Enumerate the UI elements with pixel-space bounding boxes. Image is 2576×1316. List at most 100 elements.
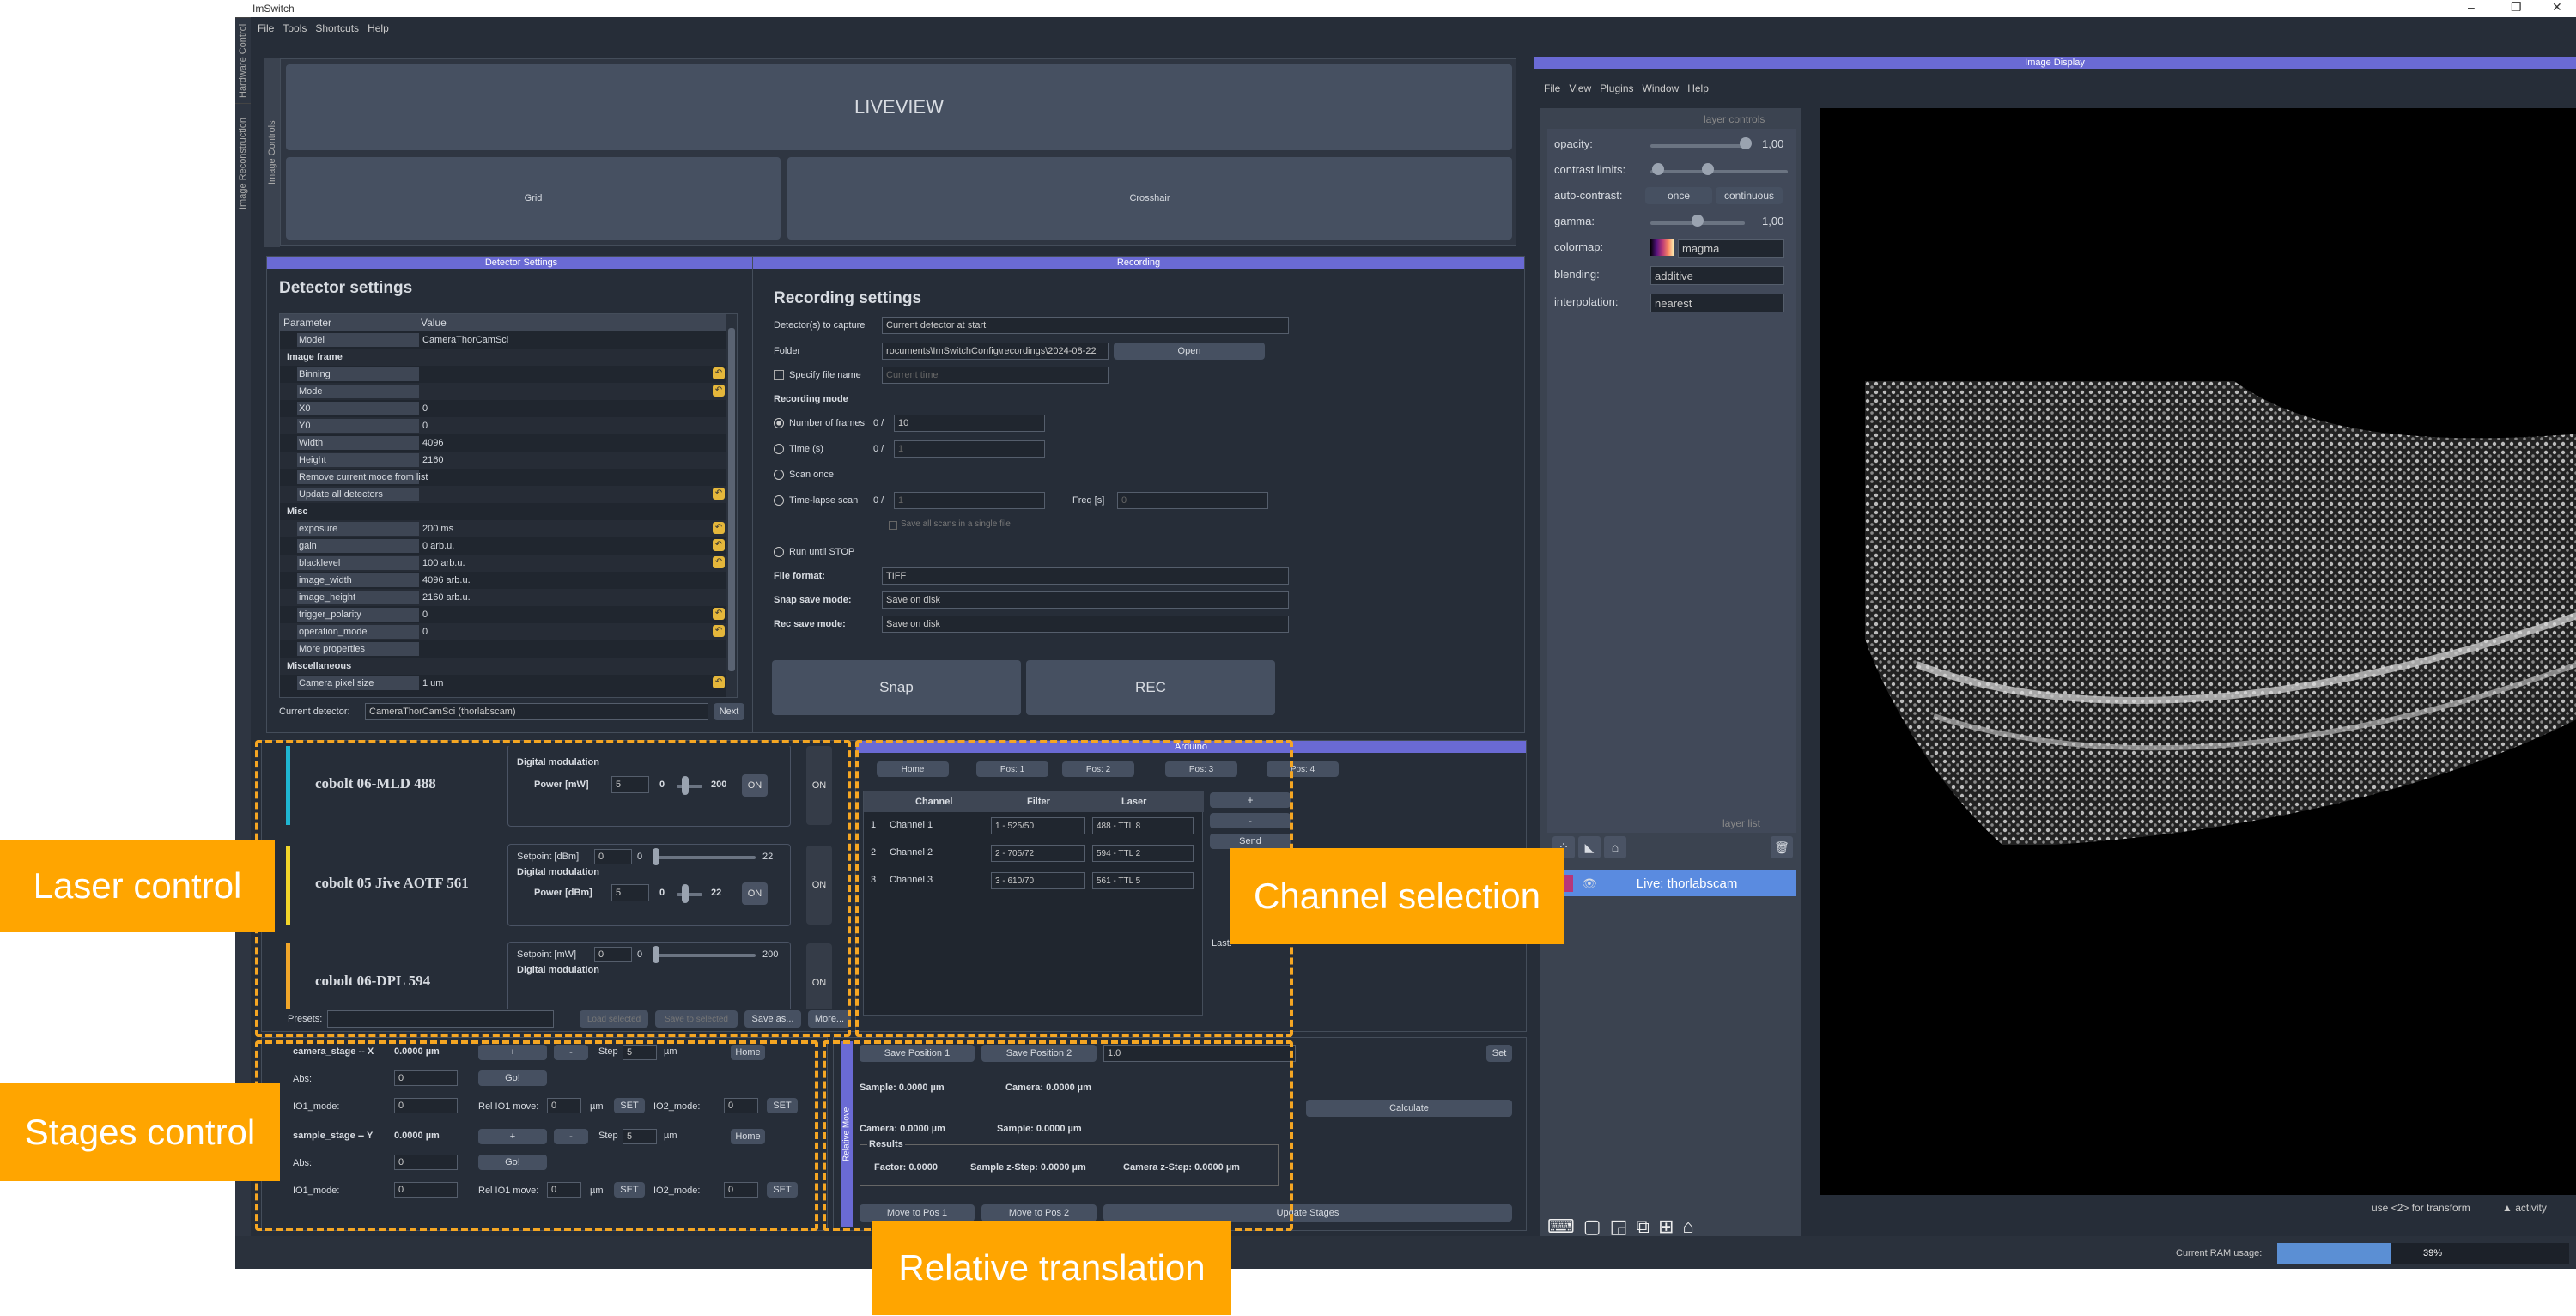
tree-row[interactable]: Update all detectors ↶ [280, 486, 726, 503]
grid-icon[interactable]: ⊞ [1658, 1216, 1674, 1238]
scan-once-radio[interactable] [774, 470, 784, 480]
tree-row[interactable]: image_height 2160 arb.u. [280, 589, 726, 606]
tree-row[interactable]: gain 0 arb.u. ↶ [280, 537, 726, 555]
reset-icon[interactable]: ↶ [713, 556, 725, 568]
opacity-slider[interactable] [1740, 137, 1752, 149]
next-detector-button[interactable]: Next [714, 703, 744, 720]
tab-image-controls[interactable]: Image Controls [264, 58, 280, 247]
napari-menu-help[interactable]: Help [1687, 82, 1709, 94]
contrast-track[interactable] [1650, 170, 1788, 173]
folder-input[interactable]: rocuments\ImSwitchConfig\recordings\2024… [882, 343, 1109, 360]
reset-icon[interactable]: ↶ [713, 676, 725, 688]
maximize-button[interactable]: ❐ [2511, 0, 2522, 15]
timelapse-radio[interactable] [774, 495, 784, 506]
menu-shortcuts[interactable]: Shortcuts [315, 22, 359, 34]
reset-icon[interactable]: ↶ [713, 367, 725, 379]
contrast-high-handle[interactable] [1702, 163, 1714, 175]
reset-icon[interactable]: ↶ [713, 608, 725, 620]
tree-row[interactable]: Miscellaneous [280, 658, 726, 675]
roll-dims-icon[interactable]: ◲ [1610, 1216, 1628, 1238]
grid-button[interactable]: Grid [286, 157, 781, 240]
napari-menu-window[interactable]: Window [1643, 82, 1680, 94]
frames-input[interactable]: 10 [894, 415, 1045, 432]
tree-row[interactable]: blacklevel 100 arb.u. ↶ [280, 555, 726, 572]
tree-row[interactable]: Model CameraThorCamSci [280, 331, 726, 349]
layer-list-title: layer list [1722, 817, 1761, 829]
contrast-low-handle[interactable] [1652, 163, 1664, 175]
reset-icon[interactable]: ↶ [713, 385, 725, 397]
reset-icon[interactable]: ↶ [713, 539, 725, 551]
tree-row[interactable]: Y0 0 [280, 417, 726, 434]
menu-help[interactable]: Help [368, 22, 389, 34]
current-detector-select[interactable]: CameraThorCamSci (thorlabscam) [365, 703, 708, 720]
set-relative-button[interactable]: Set [1486, 1045, 1512, 1062]
tree-row[interactable]: Binning ↶ [280, 366, 726, 383]
close-button[interactable]: ✕ [2552, 0, 2562, 15]
tree-row[interactable]: operation_mode 0 ↶ [280, 623, 726, 640]
minimize-button[interactable]: – [2468, 0, 2475, 14]
ndisplay-icon[interactable]: ▢ [1583, 1216, 1601, 1238]
napari-menu-file[interactable]: File [1544, 82, 1560, 94]
menu-tools[interactable]: Tools [283, 22, 307, 34]
shapes-layer-icon[interactable]: ◣ [1578, 836, 1601, 858]
once-button[interactable]: once [1645, 187, 1712, 204]
rec-save-mode-select[interactable]: Save on disk [882, 616, 1289, 633]
tree-row[interactable]: Height 2160 [280, 452, 726, 469]
menu-file[interactable]: File [258, 22, 274, 34]
continuous-button[interactable]: continuous [1716, 187, 1783, 204]
blending-select[interactable]: additive [1650, 266, 1784, 285]
napari-menu-plugins[interactable]: Plugins [1600, 82, 1633, 94]
param-name: trigger_polarity [299, 609, 361, 620]
tab-image-reconstruction[interactable]: Image Reconstruction [235, 103, 251, 223]
tree-row[interactable]: Mode ↶ [280, 383, 726, 400]
liveview-button[interactable]: LIVEVIEW [286, 64, 1512, 150]
open-folder-button[interactable]: Open [1114, 343, 1265, 360]
capture-select[interactable]: Current detector at start [882, 317, 1289, 334]
freq-input[interactable]: 0 [1117, 492, 1268, 509]
tree-row[interactable]: Image frame [280, 349, 726, 366]
tree-row[interactable]: Width 4096 [280, 434, 726, 452]
layer-row-live[interactable]: 👁 Live: thorlabscam [1547, 870, 1796, 896]
tree-scrollbar[interactable] [726, 314, 737, 697]
run-until-radio[interactable] [774, 547, 784, 557]
save-all-checkbox[interactable] [889, 521, 897, 530]
tree-row[interactable]: image_width 4096 arb.u. [280, 572, 726, 589]
labels-layer-icon[interactable]: ⌂ [1604, 836, 1626, 858]
tree-row[interactable]: exposure 200 ms ↶ [280, 520, 726, 537]
console-icon[interactable]: ⌨ [1547, 1216, 1575, 1238]
tree-row[interactable]: More properties [280, 640, 726, 658]
reset-icon[interactable]: ↶ [713, 625, 725, 637]
home-icon[interactable]: ⌂ [1683, 1216, 1694, 1238]
detector-parameter-tree[interactable]: Parameter Value Model CameraThorCamSci Ima… [279, 313, 738, 698]
colormap-select[interactable]: magma [1678, 239, 1784, 258]
time-radio[interactable] [774, 444, 784, 454]
interpolation-select[interactable]: nearest [1650, 294, 1784, 312]
tree-row[interactable]: Camera pixel size 1 um ↶ [280, 675, 726, 692]
transpose-icon[interactable]: ⧉ [1636, 1216, 1649, 1238]
visibility-eye-icon[interactable]: 👁 [1582, 876, 1597, 891]
snap-save-mode-select[interactable]: Save on disk [882, 591, 1289, 609]
reset-icon[interactable]: ↶ [713, 488, 725, 500]
tree-row[interactable]: X0 0 [280, 400, 726, 417]
timelapse-input[interactable]: 1 [894, 492, 1045, 509]
tree-row[interactable]: Remove current mode from list [280, 469, 726, 486]
specify-filename-checkbox[interactable] [774, 370, 784, 380]
tree-row[interactable]: Misc [280, 503, 726, 520]
filename-input[interactable]: Current time [882, 367, 1109, 384]
time-input[interactable]: 1 [894, 440, 1045, 458]
reset-icon[interactable]: ↶ [713, 522, 725, 534]
image-canvas[interactable]: 500 [1820, 108, 2576, 1195]
snap-button[interactable]: Snap [772, 660, 1021, 715]
gamma-slider[interactable] [1692, 215, 1704, 227]
napari-menu-view[interactable]: View [1569, 82, 1591, 94]
opacity-track[interactable] [1650, 144, 1745, 148]
file-format-select[interactable]: TIFF [882, 567, 1289, 585]
crosshair-button[interactable]: Crosshair [787, 157, 1512, 240]
calculate-button[interactable]: Calculate [1306, 1100, 1512, 1117]
tree-row[interactable]: trigger_polarity 0 ↶ [280, 606, 726, 623]
delete-layer-icon[interactable]: 🗑 [1771, 836, 1793, 858]
rec-button[interactable]: REC [1026, 660, 1275, 715]
frames-radio[interactable] [774, 418, 784, 428]
activity-button[interactable]: ▲ activity [2502, 1202, 2547, 1214]
tab-hardware-control[interactable]: Hardware Control [235, 17, 251, 103]
